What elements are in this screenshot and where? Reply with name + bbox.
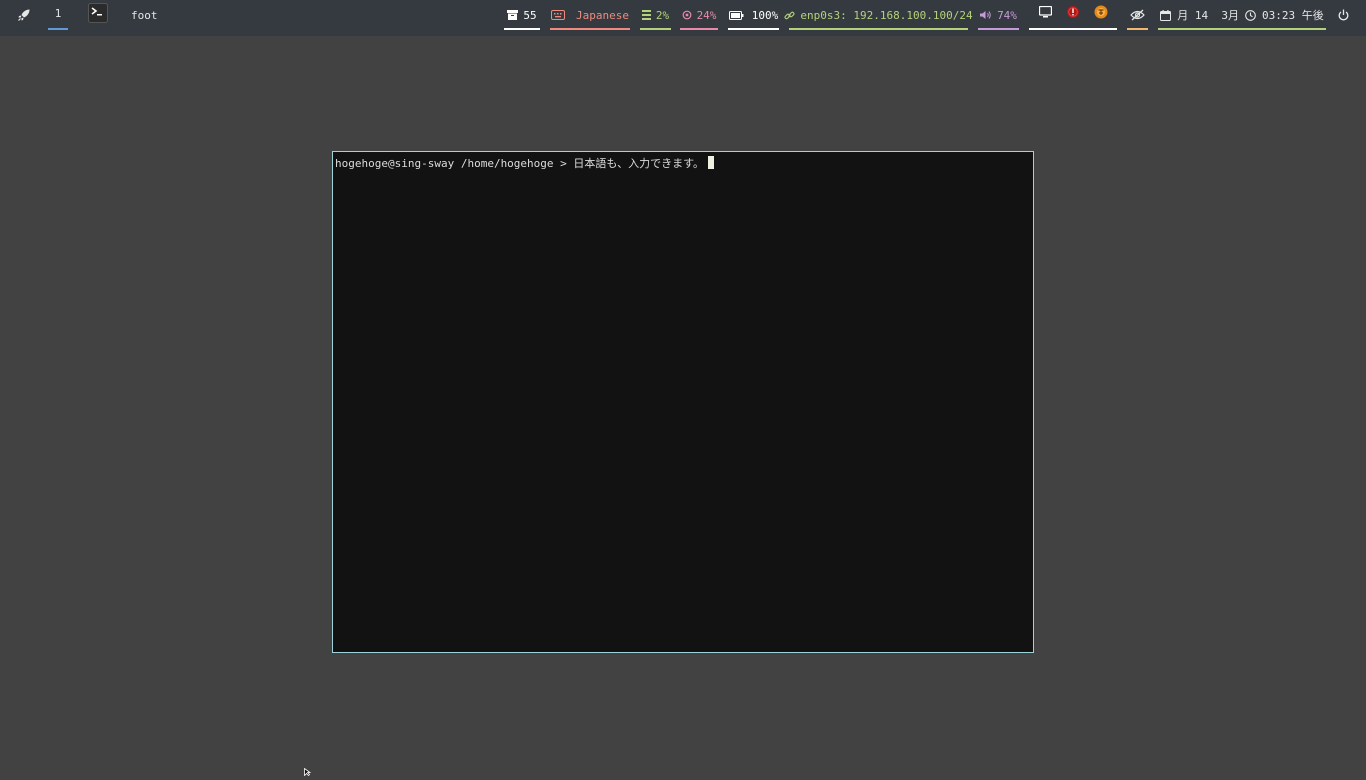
- link-icon: [784, 10, 795, 21]
- window-title: foot: [131, 0, 158, 30]
- battery-module[interactable]: 100%: [728, 0, 779, 30]
- memory-module[interactable]: 24%: [680, 0, 718, 30]
- clock-date: 月 14 3月: [1177, 9, 1239, 22]
- power-button[interactable]: [1336, 0, 1350, 30]
- cpu-underline: [640, 28, 671, 30]
- eye-off-icon: [1130, 9, 1145, 21]
- orange-app-icon[interactable]: [1094, 5, 1108, 19]
- foot-app-button[interactable]: [87, 2, 109, 24]
- system-tray: [1029, 0, 1117, 30]
- speaker-icon: [980, 10, 992, 20]
- workspace-active-indicator: [48, 28, 68, 30]
- terminal-prompt: hogehoge@sing-sway /home/hogehoge >: [335, 157, 574, 170]
- terminal-line: hogehoge@sing-sway /home/hogehoge > 日本語も…: [335, 156, 714, 171]
- terminal-input[interactable]: 日本語も、入力できます。: [573, 157, 704, 170]
- rocket-icon: [17, 8, 31, 22]
- keyboard-underline: [550, 28, 630, 30]
- terminal-window[interactable]: hogehoge@sing-sway /home/hogehoge > 日本語も…: [332, 151, 1034, 653]
- keyboard-layout-module[interactable]: Japanese: [550, 0, 630, 30]
- clock-underline: [1158, 28, 1326, 30]
- clock-icon: [1245, 9, 1256, 21]
- terminal-icon: [88, 3, 108, 23]
- volume-underline: [978, 28, 1019, 30]
- memory-icon: [682, 10, 692, 20]
- display-icon[interactable]: [1038, 6, 1052, 18]
- keyboard-icon: [551, 10, 565, 20]
- mouse-cursor-icon: [304, 761, 312, 780]
- top-bar: 1 foot 55 Japanese 2% 24% 100% enp0s3: 1…: [0, 0, 1366, 36]
- network-module[interactable]: enp0s3: 192.168.100.100/24: [784, 0, 973, 30]
- package-icon: [507, 10, 519, 20]
- cpu-usage: 2%: [655, 8, 670, 22]
- keyboard-layout-label: Japanese: [576, 8, 629, 22]
- tray-underline: [1029, 28, 1117, 30]
- idle-inhibitor-module[interactable]: [1127, 0, 1148, 30]
- cpu-icon: [641, 10, 651, 20]
- memory-underline: [680, 28, 718, 30]
- idle-inhibitor-underline: [1127, 28, 1148, 30]
- clock-time: 03:23 午後: [1262, 9, 1324, 22]
- battery-icon: [728, 10, 744, 20]
- calendar-icon: [1160, 9, 1172, 21]
- workspace-label: 1: [54, 6, 62, 20]
- workspace-button[interactable]: 1: [48, 0, 68, 30]
- volume-module[interactable]: 74%: [978, 0, 1019, 30]
- updates-module[interactable]: 55: [504, 0, 540, 30]
- network-underline: [789, 28, 968, 30]
- volume-level: 74%: [997, 8, 1017, 22]
- clock-module[interactable]: 月 14 3月 03:23 午後: [1158, 0, 1326, 30]
- updates-count: 55: [523, 8, 537, 22]
- updates-underline: [504, 28, 540, 30]
- red-alert-icon[interactable]: [1066, 5, 1080, 19]
- battery-level: 100%: [751, 8, 779, 22]
- memory-usage: 24%: [696, 8, 717, 22]
- launcher-button[interactable]: [16, 0, 32, 30]
- network-address: enp0s3: 192.168.100.100/24: [800, 8, 973, 22]
- window-title-text: foot: [131, 8, 158, 22]
- power-icon: [1338, 9, 1349, 21]
- battery-underline: [728, 28, 779, 30]
- cpu-module[interactable]: 2%: [640, 0, 671, 30]
- terminal-cursor: [708, 156, 714, 169]
